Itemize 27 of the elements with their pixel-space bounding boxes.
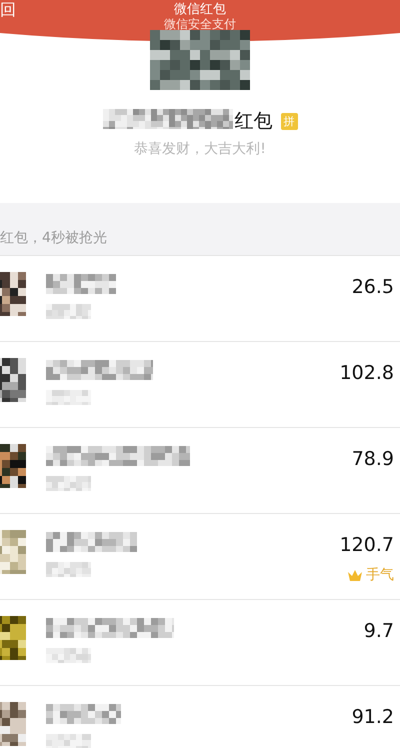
amount-text: 102.8	[340, 362, 394, 384]
record-row[interactable]: 9.7	[0, 600, 400, 686]
amount-text: 78.9	[352, 448, 394, 470]
best-luck-label: 手气	[366, 566, 394, 584]
header-subtitle: 微信安全支付	[164, 17, 236, 31]
amount-text: 120.7	[340, 534, 394, 556]
back-button[interactable]: 回	[0, 0, 16, 21]
record-row[interactable]: 91.2	[0, 686, 400, 748]
amount-text: 91.2	[352, 706, 394, 728]
envelope-name: 红包	[234, 109, 272, 134]
blurred-time	[46, 304, 91, 319]
blurred-time	[46, 390, 91, 405]
blurred-time	[46, 734, 91, 748]
record-row[interactable]: 120.7 手气	[0, 514, 400, 600]
amount-text: 26.5	[352, 276, 394, 298]
blurred-time	[46, 562, 91, 577]
group-badge: 拼	[280, 112, 298, 130]
record-row[interactable]: 78.9	[0, 428, 400, 514]
summary-text: 红包，4秒被抢光	[0, 230, 107, 246]
blurred-time	[46, 648, 91, 663]
blurred-name	[46, 274, 116, 294]
header-title: 微信红包	[174, 2, 226, 17]
greeting-text: 恭喜发财，大吉大利!	[134, 141, 266, 157]
blurred-time	[46, 476, 91, 491]
amount-text: 9.7	[364, 620, 394, 642]
record-row[interactable]: 26.5	[0, 256, 400, 342]
record-row[interactable]: 102.8	[0, 342, 400, 428]
